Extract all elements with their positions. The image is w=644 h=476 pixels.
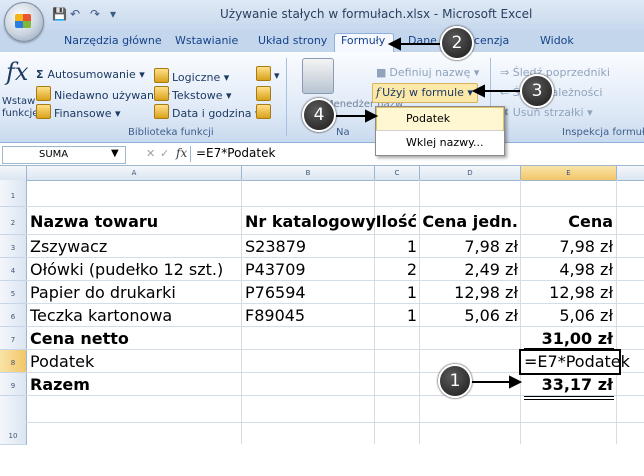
arrow-1-head bbox=[509, 375, 523, 389]
callout-1: 1 bbox=[438, 364, 472, 398]
arrow-4-head bbox=[365, 109, 379, 123]
arrow-2-head bbox=[387, 37, 401, 51]
callout-arrows bbox=[332, 37, 523, 389]
callout-2: 2 bbox=[440, 26, 474, 60]
callout-3: 3 bbox=[520, 74, 554, 108]
arrow-3-head bbox=[471, 84, 485, 98]
callout-4: 4 bbox=[302, 98, 336, 132]
